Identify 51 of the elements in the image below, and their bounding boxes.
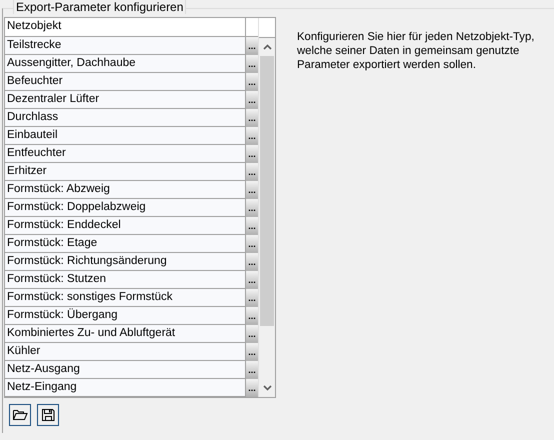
- ellipsis-button[interactable]: ...: [246, 91, 258, 109]
- ellipsis-button[interactable]: ...: [246, 307, 258, 325]
- table-cell[interactable]: Formstück: Etage: [5, 235, 246, 252]
- ellipsis-button[interactable]: ...: [246, 253, 258, 271]
- ellipsis-button[interactable]: ...: [246, 37, 258, 55]
- ellipsis-button[interactable]: ...: [246, 163, 258, 181]
- ellipsis-button[interactable]: ...: [246, 145, 258, 163]
- table-cell[interactable]: Formstück: sonstiges Formstück: [5, 289, 246, 306]
- table-cell[interactable]: Kombiniertes Zu- und Abluftgerät: [5, 325, 246, 342]
- ellipsis-button[interactable]: ...: [246, 235, 258, 253]
- scrollbar-thumb[interactable]: [260, 56, 274, 326]
- group-title: Export-Parameter konfigurieren: [13, 0, 186, 14]
- table-cell[interactable]: Einbauteil: [5, 127, 246, 144]
- ellipsis-button[interactable]: ...: [246, 361, 258, 379]
- table-cell[interactable]: Erhitzer: [5, 163, 246, 180]
- column-header[interactable]: Netzobjekt: [5, 18, 246, 36]
- ellipsis-button[interactable]: ...: [246, 271, 258, 289]
- floppy-disk-icon: [40, 407, 56, 423]
- ellipsis-button[interactable]: ...: [246, 343, 258, 361]
- table-cell[interactable]: Netz-Ausgang: [5, 361, 246, 378]
- ellipsis-button[interactable]: ...: [246, 325, 258, 343]
- ellipsis-button[interactable]: ...: [246, 181, 258, 199]
- table-cell[interactable]: Aussengitter, Dachhaube: [5, 55, 246, 72]
- save-button[interactable]: [37, 404, 59, 426]
- open-button[interactable]: [9, 404, 31, 426]
- table-cell[interactable]: Formstück: Richtungsänderung: [5, 253, 246, 270]
- table-cell[interactable]: Kühler: [5, 343, 246, 360]
- ellipsis-button[interactable]: ...: [246, 73, 258, 91]
- ellipsis-button[interactable]: ...: [246, 127, 258, 145]
- scroll-down-icon[interactable]: [262, 385, 272, 391]
- table-cell[interactable]: Durchlass: [5, 109, 246, 126]
- table-cell[interactable]: Befeuchter: [5, 73, 246, 90]
- scrollbar[interactable]: [258, 18, 275, 397]
- table-cell[interactable]: Netz-Eingang: [5, 379, 246, 396]
- ellipsis-button[interactable]: ...: [246, 217, 258, 235]
- ellipsis-button[interactable]: ...: [246, 289, 258, 307]
- scroll-up-icon[interactable]: [262, 44, 272, 50]
- table-cell[interactable]: Teilstrecke: [5, 37, 246, 54]
- table-cell[interactable]: Dezentraler Lüfter: [5, 91, 246, 108]
- table-cell[interactable]: Entfeuchter: [5, 145, 246, 162]
- table-cell[interactable]: Formstück: Stutzen: [5, 271, 246, 288]
- ellipsis-button[interactable]: ...: [246, 55, 258, 73]
- ellipsis-button[interactable]: ...: [246, 109, 258, 127]
- table-cell[interactable]: Formstück: Enddeckel: [5, 217, 246, 234]
- ellipsis-button[interactable]: ...: [246, 379, 258, 397]
- folder-icon: [12, 407, 28, 423]
- table-cell[interactable]: Formstück: Abzweig: [5, 181, 246, 198]
- table-cell[interactable]: Formstück: Übergang: [5, 307, 246, 324]
- ellipsis-button[interactable]: ...: [246, 199, 258, 217]
- table-cell[interactable]: Formstück: Doppelabzweig: [5, 199, 246, 216]
- description-text: Konfigurieren Sie hier für jeden Netzobjekt-Typ, welche seiner Daten in gemeinsam genutzte Parameter exportiert werden sollen.: [297, 30, 536, 73]
